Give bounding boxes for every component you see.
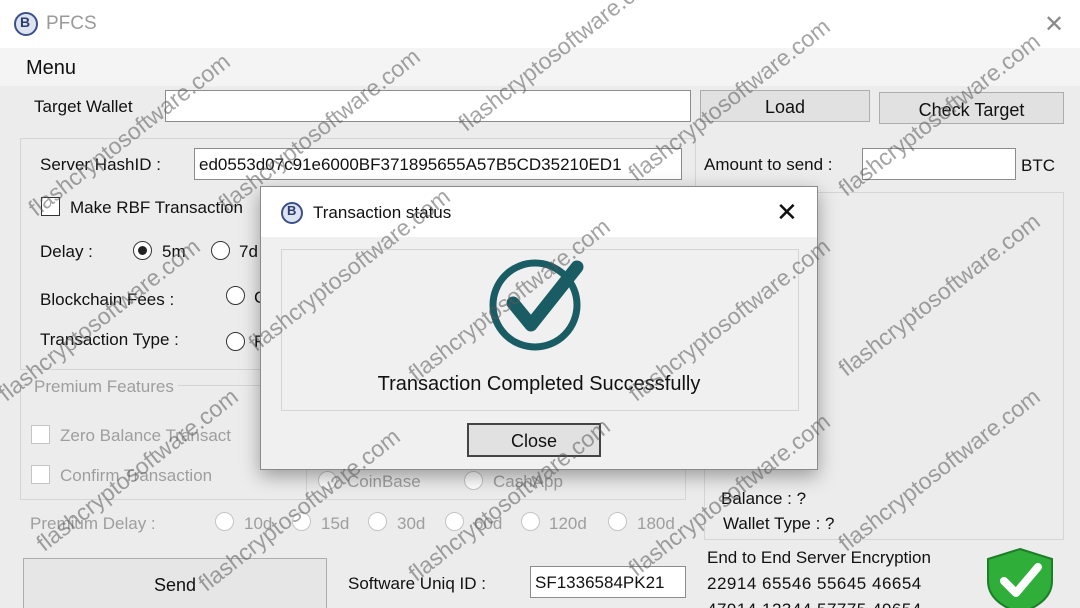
premium-delay-60d: 60d: [474, 514, 503, 533]
fees-label: Blockchain Fees :: [40, 290, 175, 309]
success-check-icon: [489, 259, 584, 351]
target-wallet-input[interactable]: [165, 90, 691, 122]
target-wallet-label: Target Wallet: [34, 97, 133, 116]
software-id-label: Software Uniq ID :: [348, 574, 486, 593]
window-close-icon[interactable]: ✕: [1044, 10, 1064, 39]
rbf-label: Make RBF Transaction: [70, 198, 243, 217]
premium-delay-10d: 10d: [244, 514, 273, 533]
zero-balance-checkbox[interactable]: [31, 425, 50, 444]
premium-delay-radio-15d[interactable]: [292, 512, 311, 531]
window-title: PFCS: [46, 13, 97, 34]
confirm-tx-checkbox[interactable]: [31, 465, 50, 484]
tx-type-label: Transaction Type :: [40, 330, 179, 349]
delay-label: Delay :: [40, 242, 93, 261]
premium-delay-120d: 120d: [549, 514, 587, 533]
dialog-title: Transaction status: [313, 203, 452, 222]
fees-radio[interactable]: [226, 286, 245, 305]
tx-type-radio[interactable]: [226, 332, 245, 351]
delay-radio-5m[interactable]: [133, 241, 152, 260]
confirm-tx-label: Confirm Transaction: [60, 466, 213, 485]
software-id-input[interactable]: SF1336584PK21: [530, 566, 686, 598]
cashapp-label: CashApp: [493, 472, 563, 491]
menu-bar: [0, 48, 1080, 86]
app-logo-icon: [14, 12, 38, 36]
menu-item[interactable]: Menu: [26, 57, 76, 80]
load-button[interactable]: Load: [700, 90, 870, 122]
rbf-checkbox[interactable]: [41, 197, 60, 216]
premium-delay-radio-120d[interactable]: [521, 512, 540, 531]
transaction-status-dialog: Transaction status ✕ Transaction Complet…: [260, 186, 818, 470]
premium-delay-radio-60d[interactable]: [445, 512, 464, 531]
shield-check-icon: [987, 547, 1053, 608]
check-target-button[interactable]: Check Target: [879, 92, 1064, 124]
zero-balance-label: Zero Balance Transact: [60, 426, 232, 445]
send-button[interactable]: Send: [23, 558, 327, 608]
amount-unit: BTC: [1021, 156, 1055, 175]
dialog-close-icon[interactable]: ✕: [776, 197, 798, 228]
balance-label: Balance : ?: [721, 489, 807, 508]
wallet-type-label: Wallet Type : ?: [723, 514, 835, 533]
delay-option-7d: 7d: [239, 242, 258, 261]
coinbase-label: CoinBase: [347, 472, 421, 491]
amount-label: Amount to send :: [704, 155, 833, 174]
dialog-close-button[interactable]: Close: [467, 423, 601, 457]
server-hash-label: Server HashID :: [40, 155, 161, 174]
server-hash-input[interactable]: ed0553d07c91e6000BF371895655A57B5CD35210…: [194, 148, 682, 180]
premium-delay-label: Premium Delay :: [30, 514, 156, 533]
cashapp-radio[interactable]: [464, 471, 483, 490]
delay-option-5m: 5m: [162, 242, 186, 261]
premium-delay-30d: 30d: [397, 514, 426, 533]
encryption-code-2: 47914 12344 57775 49654: [707, 600, 922, 608]
delay-radio-7d[interactable]: [211, 241, 230, 260]
premium-delay-180d: 180d: [637, 514, 675, 533]
premium-delay-15d: 15d: [321, 514, 350, 533]
premium-delay-radio-180d[interactable]: [608, 512, 627, 531]
coinbase-radio[interactable]: [318, 471, 337, 490]
amount-input[interactable]: [862, 148, 1016, 180]
premium-delay-radio-10d[interactable]: [215, 512, 234, 531]
dialog-message: Transaction Completed Successfully: [377, 373, 701, 395]
title-bar: [0, 0, 1080, 48]
dialog-app-icon: [281, 202, 303, 224]
premium-title: Premium Features: [30, 377, 178, 397]
premium-delay-radio-30d[interactable]: [368, 512, 387, 531]
encryption-code-1: 22914 65546 55645 46654: [707, 574, 922, 593]
encryption-title: End to End Server Encryption: [707, 548, 931, 567]
